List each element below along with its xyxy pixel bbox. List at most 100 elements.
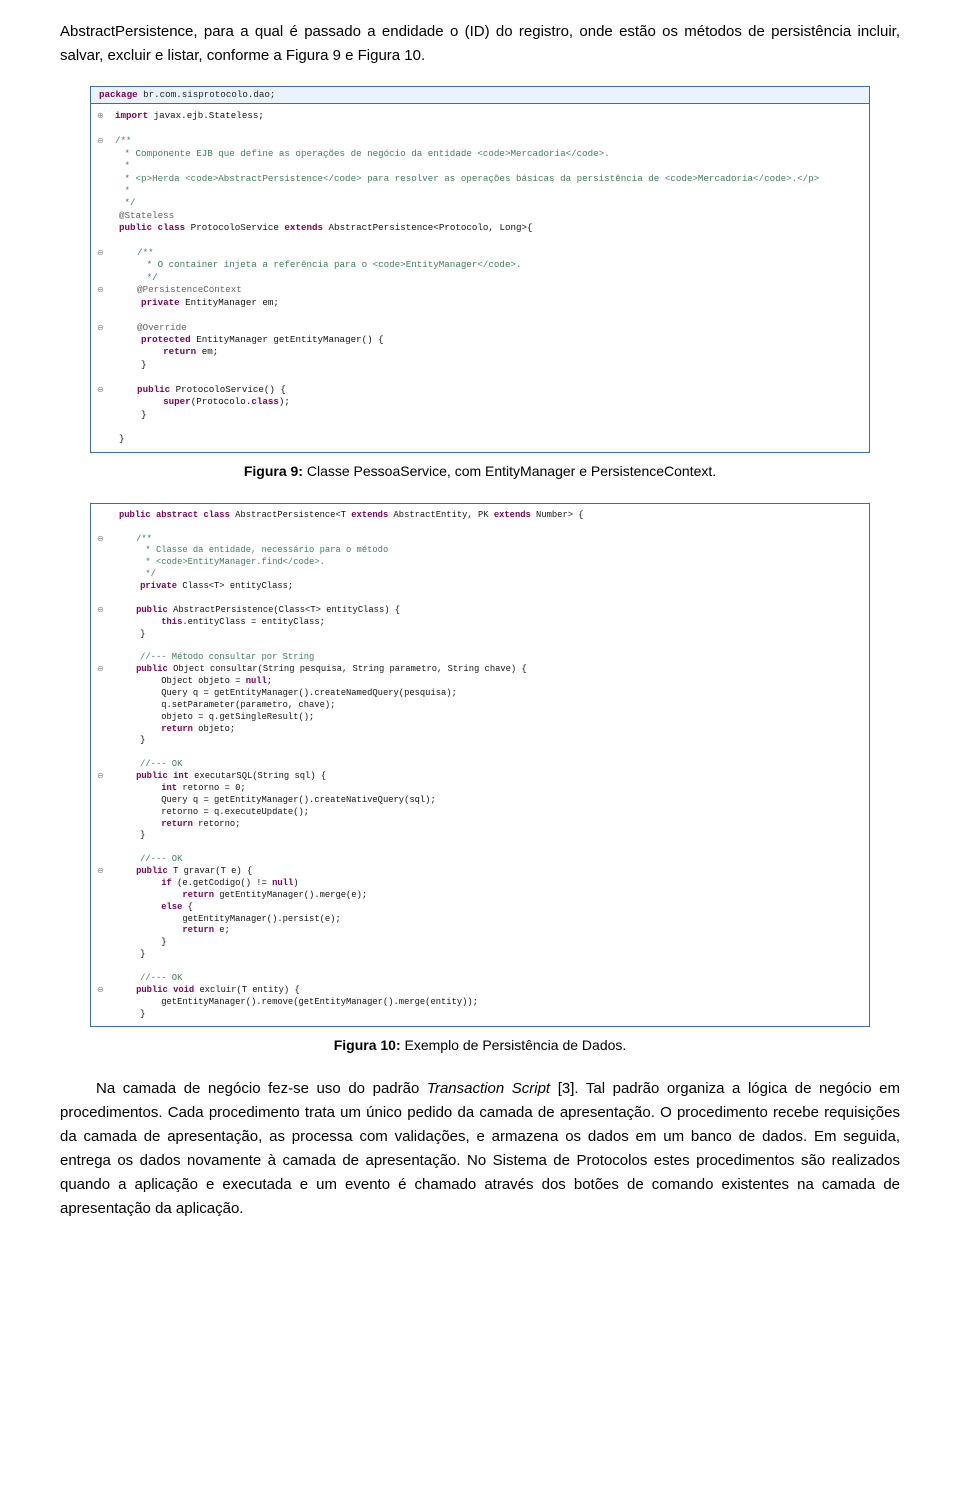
cm: */ — [119, 197, 136, 208]
kw: super — [119, 396, 191, 407]
cm: //--- Método consultar por String — [119, 652, 314, 662]
l: getEntityManager().persist(e); — [119, 914, 341, 924]
kw: public int — [115, 771, 189, 781]
kw: public class — [119, 222, 185, 233]
l: { — [182, 902, 193, 912]
annotation-override: @Override — [115, 322, 187, 333]
kw: return — [119, 724, 193, 734]
kw: private — [119, 297, 180, 308]
l: (e.getCodigo() != — [172, 878, 272, 888]
pkg-path: br.com.sisprotocolo.dao; — [138, 89, 276, 100]
ret-rest: em; — [196, 346, 218, 357]
l: objeto; — [193, 724, 235, 734]
cm: //--- OK — [119, 854, 182, 864]
cls: AbstractPersistence<T — [230, 510, 351, 520]
kw: extends — [351, 510, 388, 520]
figure-9-caption: Figura 9: Classe PessoaService, com Enti… — [60, 463, 900, 479]
l: e; — [214, 925, 230, 935]
kw: if — [119, 878, 172, 888]
cm: * Componente EJB que define as operações… — [119, 148, 610, 159]
kw: this — [119, 617, 182, 627]
close: } — [119, 359, 147, 370]
kw: public — [115, 866, 168, 876]
annotation-stateless: @Stateless — [119, 210, 174, 221]
kw: return — [119, 346, 196, 357]
kw: return — [119, 819, 193, 829]
p2-l1: Na camada de negócio fez-se uso do padrã… — [96, 1080, 427, 1097]
ctor: AbstractPersistence(Class<T> entityClass… — [168, 605, 400, 615]
kw: return — [119, 890, 214, 900]
fig10-text: Exemplo de Persistência de Dados. — [401, 1037, 627, 1053]
ctor-end: ); — [279, 396, 290, 407]
close: } — [119, 629, 145, 639]
cm: * <code>EntityManager.find</code>. — [119, 557, 325, 567]
kw-package: package — [99, 89, 138, 100]
close: } — [119, 949, 145, 959]
cls-rest: AbstractPersistence<Protocolo, Long>{ — [323, 222, 533, 233]
close: } — [119, 735, 145, 745]
kw: protected — [119, 334, 191, 345]
fig9-label: Figura 9: — [244, 463, 303, 479]
kw: extends — [284, 222, 323, 233]
close: } — [119, 830, 145, 840]
code2-body: public abstract class AbstractPersistenc… — [91, 504, 869, 1027]
l: getEntityManager().merge(e); — [214, 890, 367, 900]
annotation-pctx: @PersistenceContext — [115, 284, 242, 295]
l: retorno = q.executeUpdate(); — [119, 807, 309, 817]
intro-line-1: AbstractPersistence, para a qual é passa… — [60, 23, 678, 40]
m3: T gravar(T e) { — [168, 866, 252, 876]
kw: else — [119, 902, 182, 912]
m4: excluir(T entity) { — [194, 985, 300, 995]
kw: public void — [115, 985, 194, 995]
body-paragraph: Na camada de negócio fez-se uso do padrã… — [60, 1077, 900, 1221]
kw: public — [115, 384, 170, 395]
l: Query q = getEntityManager().createNamed… — [119, 688, 457, 698]
close: } — [119, 1009, 145, 1019]
cm: /** — [115, 534, 152, 544]
cm: * <p>Herda <code>AbstractPersistence</co… — [119, 173, 819, 184]
cls: Number> { — [531, 510, 584, 520]
fig10-label: Figura 10: — [334, 1037, 401, 1053]
figure-10-caption: Figura 10: Exemplo de Persistência de Da… — [60, 1037, 900, 1053]
kw: int — [119, 783, 177, 793]
l: Query q = getEntityManager().createNativ… — [119, 795, 436, 805]
kw: private — [119, 581, 177, 591]
kw: extends — [494, 510, 531, 520]
kw: public — [115, 605, 168, 615]
l: ; — [267, 676, 272, 686]
kw: public — [115, 664, 168, 674]
p2-l2: [3]. Tal padrão organiza a lógica de neg… — [60, 1080, 900, 1217]
em-field: EntityManager em; — [180, 297, 279, 308]
l: objeto = q.getSingleResult(); — [119, 712, 314, 722]
code-figure-9: package br.com.sisprotocolo.dao; import … — [90, 86, 870, 453]
kw: public abstract class — [119, 510, 230, 520]
cm: //--- OK — [119, 973, 182, 983]
intro-paragraph: AbstractPersistence, para a qual é passa… — [60, 20, 900, 68]
p2-em: Transaction Script — [427, 1080, 558, 1097]
cm: * — [119, 160, 136, 171]
ctor-body: (Protocolo. — [191, 396, 252, 407]
code-figure-10: public abstract class AbstractPersistenc… — [90, 503, 870, 1028]
close: } — [119, 409, 147, 420]
l: ) — [293, 878, 298, 888]
kw: class — [251, 396, 279, 407]
cm: /** — [115, 135, 132, 146]
kw-import: import — [115, 110, 148, 121]
l: q.setParameter(parametro, chave); — [119, 700, 335, 710]
ctor-body: .entityClass = entityClass; — [182, 617, 325, 627]
ctor: ProtocoloService() { — [170, 384, 286, 395]
cm: * — [119, 185, 136, 196]
l: retorno; — [193, 819, 241, 829]
kw: null — [272, 878, 293, 888]
l: retorno = 0; — [177, 783, 246, 793]
cm: * Classe da entidade, necessário para o … — [119, 545, 388, 555]
cm: /** — [115, 247, 154, 258]
import-rest: javax.ejb.Stateless; — [148, 110, 264, 121]
cm: */ — [119, 272, 158, 283]
cm: */ — [119, 569, 156, 579]
fig9-text: Classe PessoaService, com EntityManager … — [303, 463, 716, 479]
m1: Object consultar(String pesquisa, String… — [168, 664, 527, 674]
l: } — [119, 937, 167, 947]
cm: * O container injeta a referência para o… — [119, 259, 521, 270]
page: AbstractPersistence, para a qual é passa… — [0, 0, 960, 1275]
